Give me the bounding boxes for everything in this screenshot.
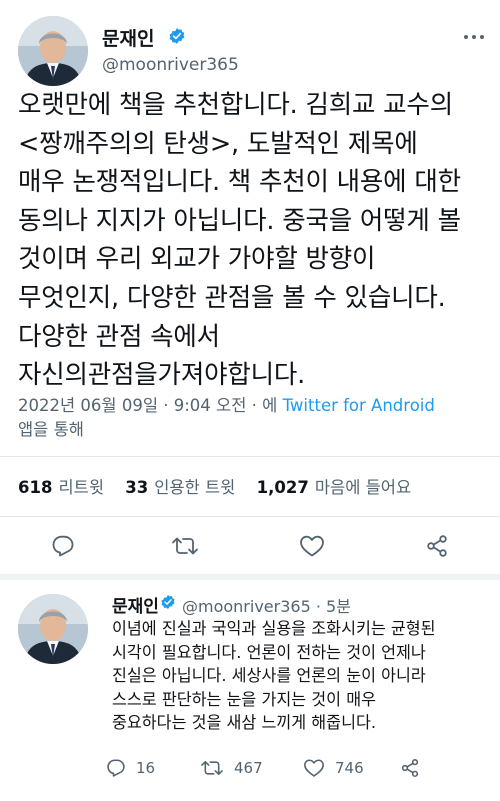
tweet-text-line: 자신의관점을가져야합니다. — [18, 360, 306, 391]
quotes-stat[interactable]: 33 인용한 트윗 — [125, 478, 235, 497]
more-icon[interactable] — [462, 22, 486, 47]
tweet-timestamp[interactable]: 2022년 06월 09일 · 9:04 오전 · 에 — [18, 396, 277, 415]
verified-badge-icon — [168, 27, 186, 49]
reply-icon — [107, 759, 125, 777]
verified-badge-icon — [160, 594, 176, 614]
likes-count: 1,027 — [256, 478, 309, 497]
divider — [0, 456, 500, 457]
reply-author-avatar[interactable] — [18, 594, 88, 664]
reply-author-name[interactable]: 문재인 — [112, 592, 159, 617]
retweet-button[interactable] — [170, 533, 200, 559]
tweet-text-line: 것이며 우리 외교가 가야할 방향이 — [18, 244, 376, 275]
share-button[interactable] — [424, 533, 450, 559]
section-separator — [0, 574, 500, 580]
reply-share-button[interactable] — [400, 758, 430, 778]
share-icon — [401, 759, 419, 777]
likes-label: 마음에 들어요 — [314, 478, 412, 497]
tweet-meta: 2022년 06월 09일 · 9:04 오전 · 에 Twitter for … — [18, 394, 488, 442]
reply-text-line: 스스로 판단하는 눈을 가지는 것이 매우 — [112, 689, 377, 709]
reply-retweet-button[interactable]: 467 — [200, 758, 263, 778]
author-avatar[interactable] — [18, 16, 88, 86]
reply-button[interactable] — [50, 533, 76, 559]
tweet-text-line: 동의나 지지가 아닙니다. 중국을 어떻게 볼 — [18, 205, 461, 236]
retweets-label: 리트윗 — [58, 478, 104, 497]
tweet-text-line: 오랫만에 책을 추천합니다. 김희교 교수의 — [18, 90, 453, 120]
reply-text-line: 이념에 진실과 국익과 실용을 조화시키는 균형된 — [112, 619, 436, 638]
reply-text-line: 진실은 아닙니다. 세상사를 언론의 눈이 아니라 — [112, 666, 426, 686]
reply-icon — [52, 535, 74, 557]
share-icon — [427, 535, 447, 557]
quotes-label: 인용한 트윗 — [154, 478, 236, 497]
tweet-source-suffix: 앱을 통해 — [18, 420, 84, 439]
tweet-text-line: 무엇인지, 다양한 관점을 볼 수 있습니다. — [18, 282, 446, 313]
like-icon — [300, 535, 324, 557]
reply-text-line: 시각이 필요합니다. 언론이 전하는 것이 언제나 — [112, 642, 426, 662]
retweets-stat[interactable]: 618 리트윗 — [18, 478, 104, 497]
tweet-source-link[interactable]: Twitter for Android — [283, 396, 435, 415]
tweet-text-line: 매우 논쟁적입니다. 책 추천이 내용에 대한 — [18, 167, 461, 198]
author-handle[interactable]: @moonriver365 — [102, 55, 239, 75]
retweet-icon — [201, 760, 223, 776]
tweet-text-line: 다양한 관점 속에서 — [18, 321, 220, 352]
retweet-count: 467 — [234, 759, 263, 777]
like-button[interactable] — [298, 533, 326, 559]
tweet-stats: 618 리트윗 33 인용한 트윗 1,027 마음에 들어요 — [18, 474, 411, 498]
reply-count: 16 — [136, 759, 156, 777]
reply-text-line: 중요하다는 것을 새삼 느끼게 해줍니다. — [112, 713, 377, 733]
tweet-text: 오랫만에 책을 추천합니다. 김희교 교수의 <짱깨주의의 탄생>, 도발적인 … — [18, 86, 496, 395]
quotes-count: 33 — [125, 478, 149, 497]
reply-text: 이념에 진실과 국익과 실용을 조화시키는 균형된 시각이 필요합니다. 언론이… — [112, 617, 496, 735]
author-name[interactable]: 문재인 — [102, 24, 154, 51]
retweets-count: 618 — [18, 478, 53, 497]
retweet-icon — [172, 537, 198, 555]
divider — [0, 516, 500, 517]
likes-stat[interactable]: 1,027 마음에 들어요 — [257, 478, 412, 497]
like-count: 746 — [335, 759, 364, 777]
reply-reply-button[interactable]: 16 — [106, 758, 155, 778]
tweet-text-line: <짱깨주의의 탄생>, 도발적인 제목에 — [18, 128, 418, 159]
like-icon — [304, 759, 324, 777]
reply-author-handle[interactable]: @moonriver365 · 5분 — [182, 593, 351, 617]
reply-like-button[interactable]: 746 — [303, 758, 364, 778]
